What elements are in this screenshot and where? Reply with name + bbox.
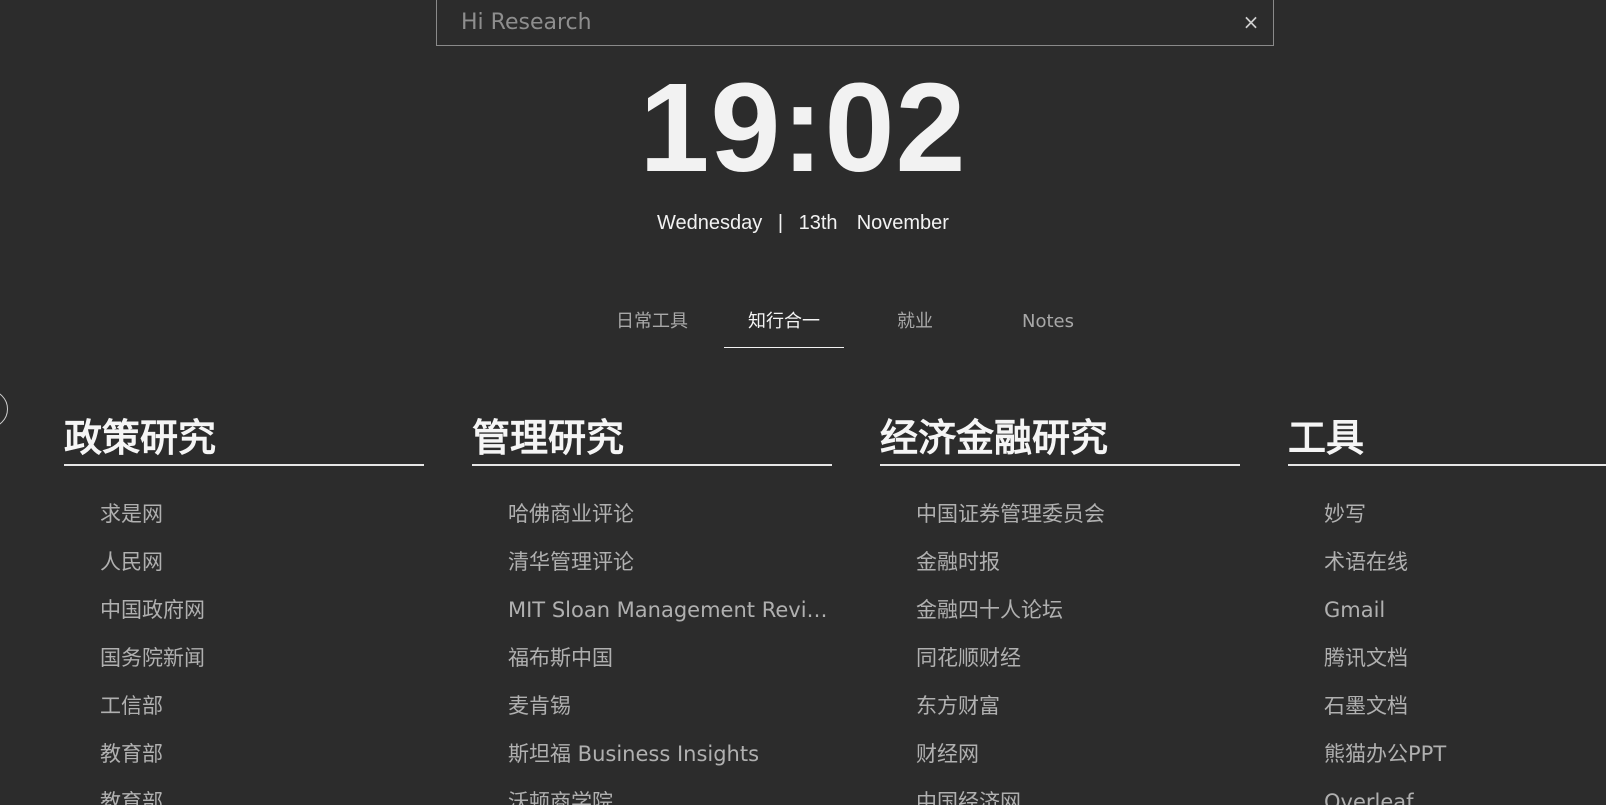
tab-notes[interactable]: Notes xyxy=(986,300,1110,347)
link-list: 求是网 人民网 中国政府网 国务院新闻 工信部 教育部 教育部 xyxy=(64,490,424,805)
close-icon[interactable]: × xyxy=(1239,10,1263,34)
link-list: 妙写 术语在线 Gmail 腾讯文档 石墨文档 熊猫办公PPT Overleaf xyxy=(1288,490,1606,805)
link-item[interactable]: 沃顿商学院 xyxy=(508,778,832,805)
date-separator: | xyxy=(777,212,784,234)
link-item[interactable]: 术语在线 xyxy=(1324,538,1606,586)
link-item[interactable]: 教育部 xyxy=(100,778,424,805)
link-item[interactable]: 财经网 xyxy=(916,730,1240,778)
clock-time: 19:02 xyxy=(639,57,967,198)
column-title: 政策研究 xyxy=(64,410,424,466)
date-month: November xyxy=(856,212,949,234)
link-item[interactable]: 求是网 xyxy=(100,490,424,538)
link-item[interactable]: 东方财富 xyxy=(916,682,1240,730)
link-item[interactable]: 哈佛商业评论 xyxy=(508,490,832,538)
link-item[interactable]: 国务院新闻 xyxy=(100,634,424,682)
date-weekday: Wednesday xyxy=(657,212,763,234)
link-item[interactable]: 中国经济网 xyxy=(916,778,1240,805)
column-economics-finance-research: 经济金融研究 中国证券管理委员会 金融时报 金融四十人论坛 同花顺财经 东方财富… xyxy=(880,410,1240,805)
link-list: 哈佛商业评论 清华管理评论 MIT Sloan Management Revie… xyxy=(472,490,832,805)
link-item[interactable]: 麦肯锡 xyxy=(508,682,832,730)
link-item[interactable]: 福布斯中国 xyxy=(508,634,832,682)
link-list: 中国证券管理委员会 金融时报 金融四十人论坛 同花顺财经 东方财富 财经网 中国… xyxy=(880,490,1240,805)
tab-knowledge-action[interactable]: 知行合一 xyxy=(724,300,844,348)
link-item[interactable]: Gmail xyxy=(1324,586,1606,634)
link-item[interactable]: 中国证券管理委员会 xyxy=(916,490,1240,538)
link-item[interactable]: 熊猫办公PPT xyxy=(1324,730,1606,778)
link-item[interactable]: 斯坦福 Business Insights xyxy=(508,730,832,778)
link-item[interactable]: MIT Sloan Management Review xyxy=(508,586,832,634)
tab-daily-tools[interactable]: 日常工具 xyxy=(590,300,714,347)
column-management-research: 管理研究 哈佛商业评论 清华管理评论 MIT Sloan Management … xyxy=(472,410,832,805)
link-item[interactable]: Overleaf xyxy=(1324,778,1606,805)
search-input[interactable] xyxy=(437,0,1273,45)
link-item[interactable]: 石墨文档 xyxy=(1324,682,1606,730)
search-box[interactable]: × xyxy=(436,0,1274,46)
column-tools: 工具 妙写 术语在线 Gmail 腾讯文档 石墨文档 熊猫办公PPT Overl… xyxy=(1288,410,1606,805)
link-item[interactable]: 工信部 xyxy=(100,682,424,730)
side-drawer-handle[interactable] xyxy=(0,390,8,428)
link-item[interactable]: 教育部 xyxy=(100,730,424,778)
tab-employment[interactable]: 就业 xyxy=(854,300,976,347)
link-item[interactable]: 人民网 xyxy=(100,538,424,586)
column-policy-research: 政策研究 求是网 人民网 中国政府网 国务院新闻 工信部 教育部 教育部 xyxy=(64,410,424,805)
link-item[interactable]: 金融时报 xyxy=(916,538,1240,586)
link-item[interactable]: 中国政府网 xyxy=(100,586,424,634)
link-item[interactable]: 腾讯文档 xyxy=(1324,634,1606,682)
column-title: 工具 xyxy=(1288,410,1606,466)
column-title: 经济金融研究 xyxy=(880,410,1240,466)
column-title: 管理研究 xyxy=(472,410,832,466)
link-item[interactable]: 妙写 xyxy=(1324,490,1606,538)
date-day: 13th xyxy=(798,212,838,234)
date-line: Wednesday | 13th November xyxy=(0,212,1606,235)
link-item[interactable]: 同花顺财经 xyxy=(916,634,1240,682)
link-item[interactable]: 清华管理评论 xyxy=(508,538,832,586)
link-item[interactable]: 金融四十人论坛 xyxy=(916,586,1240,634)
